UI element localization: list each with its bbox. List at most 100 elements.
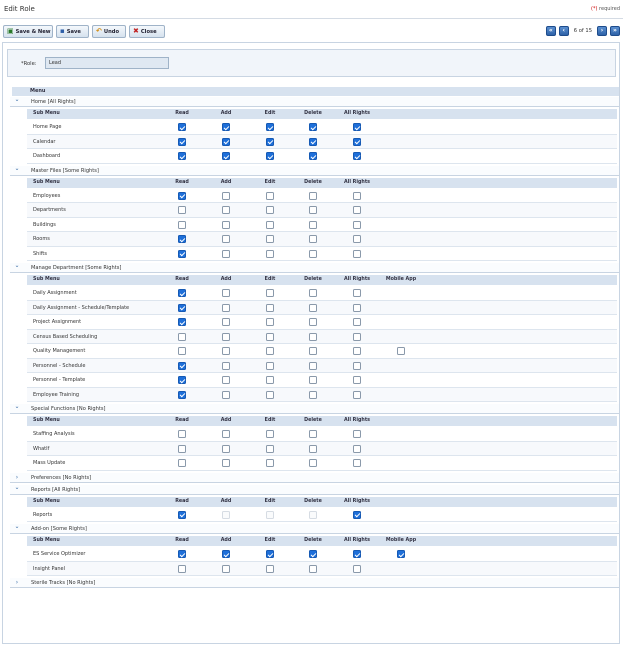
section-header[interactable]: ⌄ Manage Department [Some Rights]: [10, 261, 619, 273]
all-rights-checkbox[interactable]: [353, 376, 361, 384]
all-rights-checkbox[interactable]: [353, 459, 361, 467]
all-rights-checkbox[interactable]: [353, 444, 361, 453]
add-checkbox[interactable]: [222, 137, 230, 146]
edit-checkbox[interactable]: [266, 376, 274, 384]
add-checkbox[interactable]: [222, 191, 230, 200]
all-rights-checkbox[interactable]: [353, 332, 361, 341]
all-rights-checkbox[interactable]: [353, 123, 361, 131]
edit-checkbox[interactable]: [266, 361, 274, 370]
read-checkbox[interactable]: [178, 152, 186, 160]
all-rights-checkbox[interactable]: [353, 289, 361, 297]
all-rights-checkbox[interactable]: [353, 303, 361, 312]
edit-checkbox[interactable]: [266, 390, 274, 399]
add-checkbox[interactable]: [222, 550, 230, 558]
add-checkbox[interactable]: [222, 318, 230, 326]
delete-checkbox[interactable]: [309, 123, 317, 131]
read-checkbox[interactable]: [178, 123, 186, 131]
read-checkbox[interactable]: [178, 376, 186, 384]
all-rights-checkbox[interactable]: [353, 235, 361, 243]
edit-checkbox[interactable]: [266, 206, 274, 214]
add-checkbox[interactable]: [222, 152, 230, 160]
read-checkbox[interactable]: [178, 430, 186, 438]
edit-checkbox[interactable]: [266, 289, 274, 297]
read-checkbox[interactable]: [178, 390, 186, 399]
delete-checkbox[interactable]: [309, 361, 317, 370]
add-checkbox[interactable]: [222, 459, 230, 467]
next-page-button[interactable]: ›: [597, 26, 607, 36]
delete-checkbox[interactable]: [309, 550, 317, 558]
role-input[interactable]: Lead: [45, 57, 169, 69]
section-header[interactable]: › Preferences [No Rights]: [10, 472, 619, 483]
edit-checkbox[interactable]: [266, 303, 274, 312]
section-header[interactable]: ⌄ Special Functions [No Rights]: [10, 403, 619, 414]
edit-checkbox[interactable]: [266, 332, 274, 341]
add-checkbox[interactable]: [222, 123, 230, 131]
read-checkbox[interactable]: [178, 459, 186, 467]
read-checkbox[interactable]: [178, 289, 186, 297]
delete-checkbox[interactable]: [309, 137, 317, 146]
edit-checkbox[interactable]: [266, 191, 274, 200]
read-checkbox[interactable]: [178, 206, 186, 214]
delete-checkbox[interactable]: [309, 303, 317, 312]
section-header[interactable]: ⌄ Master Files [Some Rights]: [10, 165, 619, 176]
read-checkbox[interactable]: [178, 347, 186, 355]
section-header[interactable]: ⌄ Add-on [Some Rights]: [10, 523, 619, 534]
section-header[interactable]: › Sterile Tracks [No Rights]: [10, 578, 619, 588]
delete-checkbox[interactable]: [309, 191, 317, 200]
read-checkbox[interactable]: [178, 361, 186, 370]
edit-checkbox[interactable]: [266, 235, 274, 243]
chevron-down-icon[interactable]: ⌄: [13, 261, 21, 271]
chevron-down-icon[interactable]: ⌄: [13, 95, 21, 105]
read-checkbox[interactable]: [178, 220, 186, 229]
delete-checkbox[interactable]: [309, 249, 317, 258]
delete-checkbox[interactable]: [309, 459, 317, 467]
undo-button[interactable]: ↶ Undo: [92, 25, 126, 38]
read-checkbox[interactable]: [178, 235, 186, 243]
delete-checkbox[interactable]: [309, 444, 317, 453]
prev-page-button[interactable]: ‹: [558, 26, 569, 36]
edit-checkbox[interactable]: [266, 550, 274, 558]
all-rights-checkbox[interactable]: [353, 361, 361, 370]
first-page-button[interactable]: «: [545, 26, 556, 36]
add-checkbox[interactable]: [222, 220, 230, 229]
chevron-down-icon[interactable]: ⌄: [13, 483, 21, 493]
mobile-app-checkbox[interactable]: [397, 347, 405, 355]
delete-checkbox[interactable]: [309, 289, 317, 297]
edit-checkbox[interactable]: [266, 220, 274, 229]
edit-checkbox[interactable]: [266, 430, 274, 438]
all-rights-checkbox[interactable]: [353, 390, 361, 399]
delete-checkbox[interactable]: [309, 564, 317, 573]
add-checkbox[interactable]: [222, 430, 230, 438]
read-checkbox[interactable]: [178, 564, 186, 573]
all-rights-checkbox[interactable]: [353, 206, 361, 214]
read-checkbox[interactable]: [178, 303, 186, 312]
add-checkbox[interactable]: [222, 235, 230, 243]
mobile-app-checkbox[interactable]: [397, 550, 405, 558]
add-checkbox[interactable]: [222, 564, 230, 573]
delete-checkbox[interactable]: [309, 235, 317, 243]
delete-checkbox[interactable]: [309, 430, 317, 438]
read-checkbox[interactable]: [178, 249, 186, 258]
save-new-button[interactable]: ▣ Save & New: [3, 25, 53, 38]
all-rights-checkbox[interactable]: [353, 318, 361, 326]
delete-checkbox[interactable]: [309, 206, 317, 214]
delete-checkbox[interactable]: [309, 376, 317, 384]
edit-checkbox[interactable]: [266, 564, 274, 573]
read-checkbox[interactable]: [178, 550, 186, 558]
read-checkbox[interactable]: [178, 137, 186, 146]
all-rights-checkbox[interactable]: [353, 191, 361, 200]
chevron-right-icon[interactable]: ›: [13, 578, 21, 588]
edit-checkbox[interactable]: [266, 152, 274, 160]
all-rights-checkbox[interactable]: [353, 510, 361, 519]
add-checkbox[interactable]: [222, 303, 230, 312]
all-rights-checkbox[interactable]: [353, 564, 361, 573]
delete-checkbox[interactable]: [309, 152, 317, 160]
save-button[interactable]: ▪ Save: [56, 25, 89, 38]
read-checkbox[interactable]: [178, 318, 186, 326]
add-checkbox[interactable]: [222, 444, 230, 453]
add-checkbox[interactable]: [222, 289, 230, 297]
read-checkbox[interactable]: [178, 510, 186, 519]
edit-checkbox[interactable]: [266, 459, 274, 467]
edit-checkbox[interactable]: [266, 318, 274, 326]
close-button[interactable]: ✖ Close: [129, 25, 165, 38]
